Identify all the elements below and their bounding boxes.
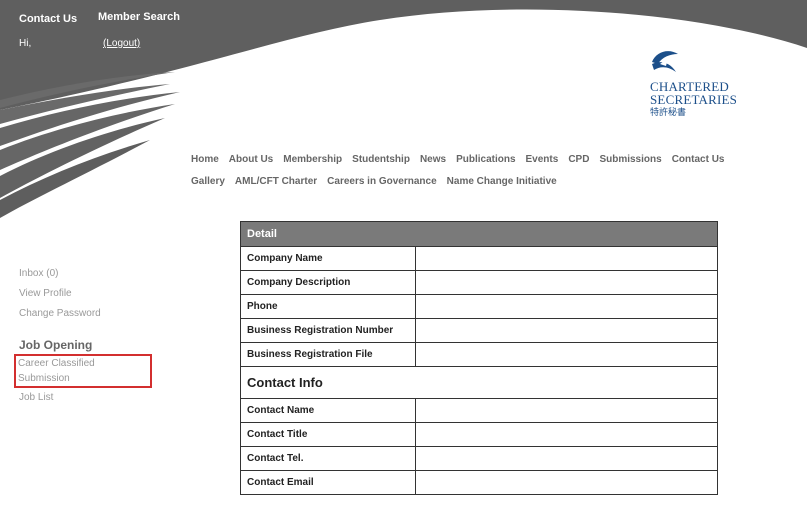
chartered-secretaries-logo[interactable]: CHARTERED SECRETARIES 特許秘書 [650, 48, 750, 123]
sidebar-view-profile-link[interactable]: View Profile [19, 284, 159, 304]
table-row: Company Description [240, 270, 718, 295]
table-header-row: Detail [240, 221, 718, 247]
contact-title-label: Contact Title [240, 422, 416, 447]
phone-field[interactable] [415, 294, 718, 319]
submission-detail-table: Detail Company Name Company Description … [240, 221, 718, 495]
contact-us-top-link[interactable]: Contact Us [19, 13, 77, 25]
sidebar-inbox-link[interactable]: Inbox (0) [19, 264, 159, 284]
company-name-field[interactable] [415, 246, 718, 271]
business-registration-number-field[interactable] [415, 318, 718, 343]
nav-studentship[interactable]: Studentship [352, 154, 410, 165]
table-row: Company Name [240, 246, 718, 271]
phone-label: Phone [240, 294, 416, 319]
company-description-field[interactable] [415, 270, 718, 295]
table-row: Business Registration Number [240, 318, 718, 343]
page-header: Contact Us Member Search Hi, (Logout) CH… [0, 0, 807, 220]
job-opening-heading: Job Opening [19, 338, 93, 352]
detail-header: Detail [240, 221, 718, 247]
nav-about-us[interactable]: About Us [229, 154, 273, 165]
nav-publications[interactable]: Publications [456, 154, 515, 165]
nav-events[interactable]: Events [526, 154, 559, 165]
nav-name-change-initiative[interactable]: Name Change Initiative [447, 176, 557, 187]
main-nav-row1: Home About Us Membership Studentship News Pub… [191, 154, 734, 165]
table-row: Contact Name [240, 398, 718, 423]
logo-chinese-text: 特許秘書 [650, 107, 687, 117]
logout-link[interactable]: (Logout) [103, 38, 140, 49]
sidebar-career-classified-submission-link[interactable]: Career Classified Submission [14, 354, 152, 388]
business-registration-file-label: Business Registration File [240, 342, 416, 367]
table-row: Business Registration File [240, 342, 718, 367]
member-search-link[interactable]: Member Search [98, 11, 180, 23]
sidebar-change-password-link[interactable]: Change Password [19, 304, 159, 324]
business-registration-file-field[interactable] [415, 342, 718, 367]
contact-info-heading: Contact Info [240, 366, 718, 399]
account-sidebar: Inbox (0) View Profile Change Password J… [14, 264, 159, 408]
contact-name-label: Contact Name [240, 398, 416, 423]
nav-submissions[interactable]: Submissions [599, 154, 661, 165]
contact-email-field[interactable] [415, 470, 718, 495]
main-nav-row2: Gallery AML/CFT Charter Careers in Governa… [191, 176, 567, 187]
nav-cpd[interactable]: CPD [568, 154, 589, 165]
table-row: Contact Email [240, 470, 718, 495]
table-row: Phone [240, 294, 718, 319]
nav-home[interactable]: Home [191, 154, 219, 165]
logo-text-line2: SECRETARIES [650, 92, 738, 107]
contact-name-field[interactable] [415, 398, 718, 423]
nav-gallery[interactable]: Gallery [191, 176, 225, 187]
nav-contact-us[interactable]: Contact Us [672, 154, 725, 165]
nav-careers-in-governance[interactable]: Careers in Governance [327, 176, 437, 187]
sidebar-job-list-link[interactable]: Job List [19, 388, 159, 408]
contact-tel-label: Contact Tel. [240, 446, 416, 471]
nav-membership[interactable]: Membership [283, 154, 342, 165]
company-description-label: Company Description [240, 270, 416, 295]
logo-emblem-icon [652, 51, 678, 72]
table-row: Contact Title [240, 422, 718, 447]
business-registration-number-label: Business Registration Number [240, 318, 416, 343]
greeting-text: Hi, [19, 38, 32, 49]
table-row: Contact Tel. [240, 446, 718, 471]
section-row: Contact Info [240, 366, 718, 399]
company-name-label: Company Name [240, 246, 416, 271]
contact-tel-field[interactable] [415, 446, 718, 471]
nav-news[interactable]: News [420, 154, 446, 165]
nav-aml-cft-charter[interactable]: AML/CFT Charter [235, 176, 317, 187]
contact-title-field[interactable] [415, 422, 718, 447]
contact-email-label: Contact Email [240, 470, 416, 495]
